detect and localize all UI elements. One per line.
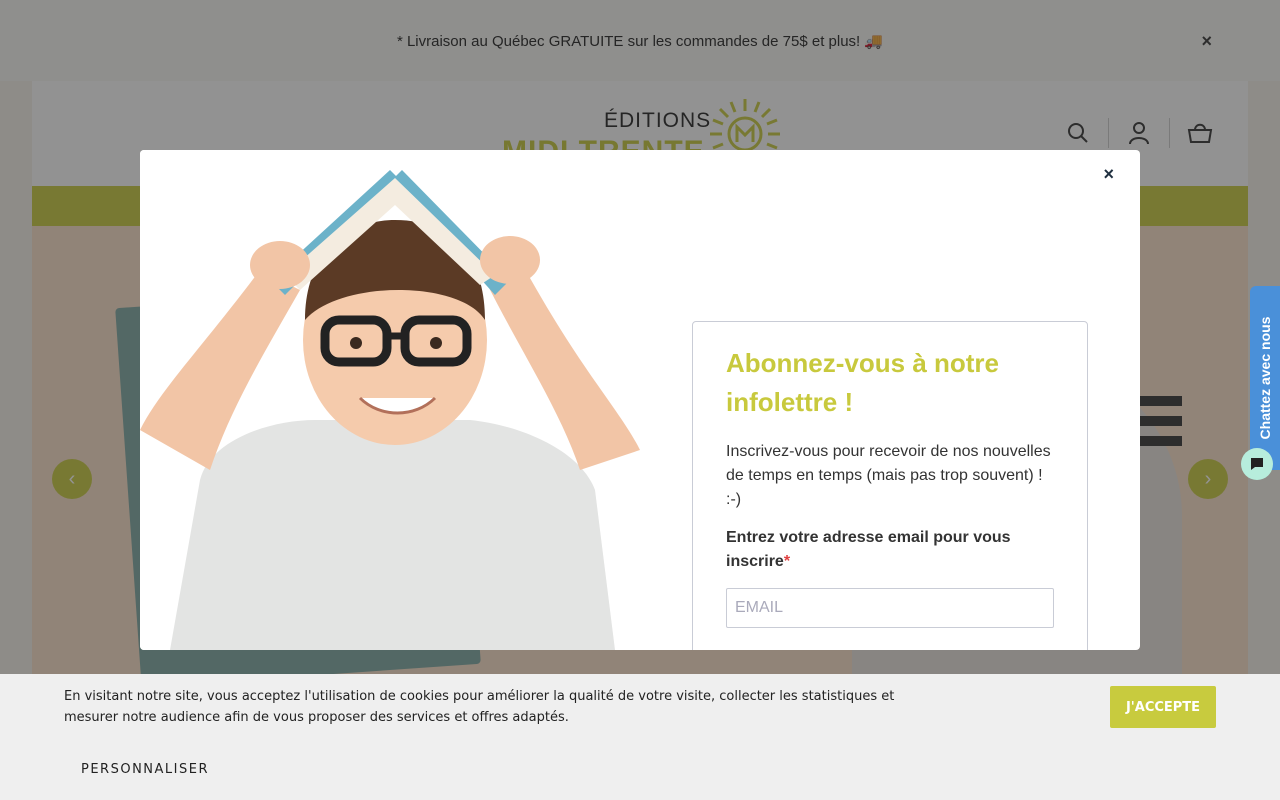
chat-label: Chattez avec nous xyxy=(1257,316,1273,440)
cookie-banner: En visitant notre site, vous acceptez l'… xyxy=(0,674,1280,800)
cookie-customize-link[interactable]: PERSONNALISER xyxy=(81,762,209,777)
newsletter-title: Abonnez-vous à notre infolettre ! xyxy=(726,348,1000,417)
email-label: Entrez votre adresse email pour vous ins… xyxy=(726,526,1054,574)
cookie-text: En visitant notre site, vous acceptez l'… xyxy=(64,689,895,725)
child-with-book-illustration xyxy=(140,170,640,650)
chat-tab[interactable]: Chattez avec nous xyxy=(1250,286,1280,470)
required-mark: * xyxy=(783,553,791,570)
newsletter-form: Abonnez-vous à notre infolettre ! Inscri… xyxy=(692,321,1088,650)
modal-close-button[interactable]: × xyxy=(1103,164,1114,185)
newsletter-photo xyxy=(140,150,640,650)
cookie-accept-button[interactable]: J'ACCEPTE xyxy=(1110,686,1216,728)
chat-icon xyxy=(1251,458,1263,470)
chat-button[interactable] xyxy=(1241,448,1273,480)
email-label-text: Entrez votre adresse email pour vous ins… xyxy=(726,529,1011,570)
email-field[interactable] xyxy=(726,588,1054,628)
newsletter-modal: × Abonnez-vous à notre infolettre ! Insc… xyxy=(140,150,1140,650)
newsletter-description: Inscrivez-vous pour recevoir de nos nouv… xyxy=(726,443,1051,508)
